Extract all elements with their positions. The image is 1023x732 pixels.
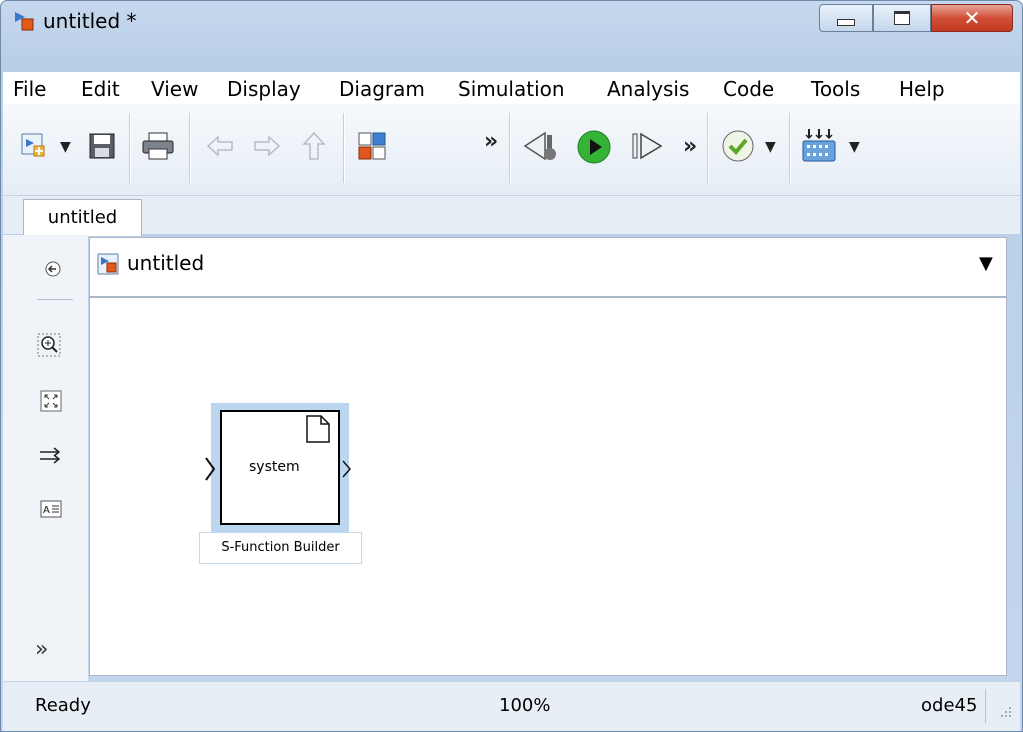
maximize-button[interactable] [873,4,931,32]
svg-text:A: A [43,505,50,516]
menu-edit[interactable]: Edit [81,77,120,101]
menu-diagram[interactable]: Diagram [339,77,425,101]
new-model-icon [21,133,45,157]
save-icon [89,133,115,159]
forward-button[interactable] [253,133,281,159]
simulink-model-icon [15,12,34,31]
build-button[interactable] [801,127,837,165]
menu-analysis[interactable]: Analysis [607,77,689,101]
menu-code[interactable]: Code [723,77,774,101]
printer-icon [142,132,174,160]
window-title: untitled * [43,9,137,33]
menu-simulation[interactable]: Simulation [458,77,565,101]
play-icon [577,130,611,164]
build-dropdown-icon[interactable]: ▼ [849,139,860,155]
input-port-icon[interactable] [204,456,218,482]
status-divider [985,689,986,723]
annotation-button[interactable]: A [39,497,63,521]
circle-arrow-left-icon [45,261,61,277]
toolbar-separator [707,113,709,183]
run-button[interactable] [576,129,612,165]
block-label[interactable]: S-Function Builder [199,532,362,564]
back-button[interactable] [206,133,234,159]
check-circle-icon [722,130,754,162]
fit-to-view-icon [40,390,62,412]
toolbar-separator [129,113,131,183]
palette-divider [37,299,73,300]
arrow-up-icon [302,131,326,160]
up-button[interactable] [301,131,327,161]
menu-help[interactable]: Help [899,77,945,101]
status-solver[interactable]: ode45 [921,695,977,716]
maximize-icon [894,11,910,25]
print-button[interactable] [141,131,175,161]
model-advisor-dropdown-icon[interactable]: ▼ [765,139,776,155]
save-button[interactable] [87,131,117,161]
block-text: system [249,459,300,475]
menu-view[interactable]: View [151,77,198,101]
status-state: Ready [35,695,91,716]
fit-to-view-button[interactable] [39,389,63,413]
menu-file[interactable]: File [13,77,46,101]
library-browser-button[interactable] [357,131,387,161]
tab-strip [3,196,1020,234]
tab-untitled[interactable]: untitled [23,199,142,236]
hide-explorer-button[interactable] [41,257,65,281]
step-forward-icon [632,132,663,160]
close-icon: ✕ [963,6,981,30]
model-icon [97,253,119,275]
menu-display[interactable]: Display [227,77,301,101]
arrow-right-icon [254,135,281,157]
route-lines-button[interactable] [39,444,63,468]
document-icon [306,415,330,443]
close-button[interactable]: ✕ [931,4,1013,32]
toolbar-separator [343,113,345,183]
address-model-name[interactable]: untitled [127,251,204,275]
address-dropdown-icon[interactable]: ▼ [979,253,993,274]
output-port-icon[interactable] [341,459,353,479]
minimize-icon [837,18,855,26]
menu-tools[interactable]: Tools [811,77,860,101]
new-model-dropdown-icon[interactable]: ▼ [60,139,71,155]
step-back-button[interactable] [523,129,559,163]
new-model-button[interactable] [19,131,49,161]
zoom-in-icon [37,333,61,357]
status-zoom: 100% [499,695,551,716]
simulink-window: untitled * ✕ File Edit View Display Diag… [0,0,1023,732]
model-advisor-button[interactable] [721,129,755,163]
toolbar-separator [189,113,191,183]
toolbar-separator [509,113,511,183]
arrow-left-icon [206,135,233,157]
step-forward-button[interactable] [631,131,665,161]
library-browser-icon [358,132,386,160]
toolbar-overflow-icon-2[interactable]: » [683,134,697,159]
palette-more-icon[interactable]: » [35,637,48,662]
resize-grip-icon[interactable] [995,705,1013,723]
minimize-button[interactable] [819,4,873,32]
toolbar-separator [789,113,791,183]
build-model-icon [802,129,836,162]
text-annotation-icon: A [40,500,62,518]
step-back-icon [523,131,556,161]
route-lines-icon [40,447,61,464]
zoom-button[interactable] [37,333,61,357]
toolbar-overflow-icon[interactable]: » [484,129,498,154]
address-bar[interactable] [89,237,1007,297]
